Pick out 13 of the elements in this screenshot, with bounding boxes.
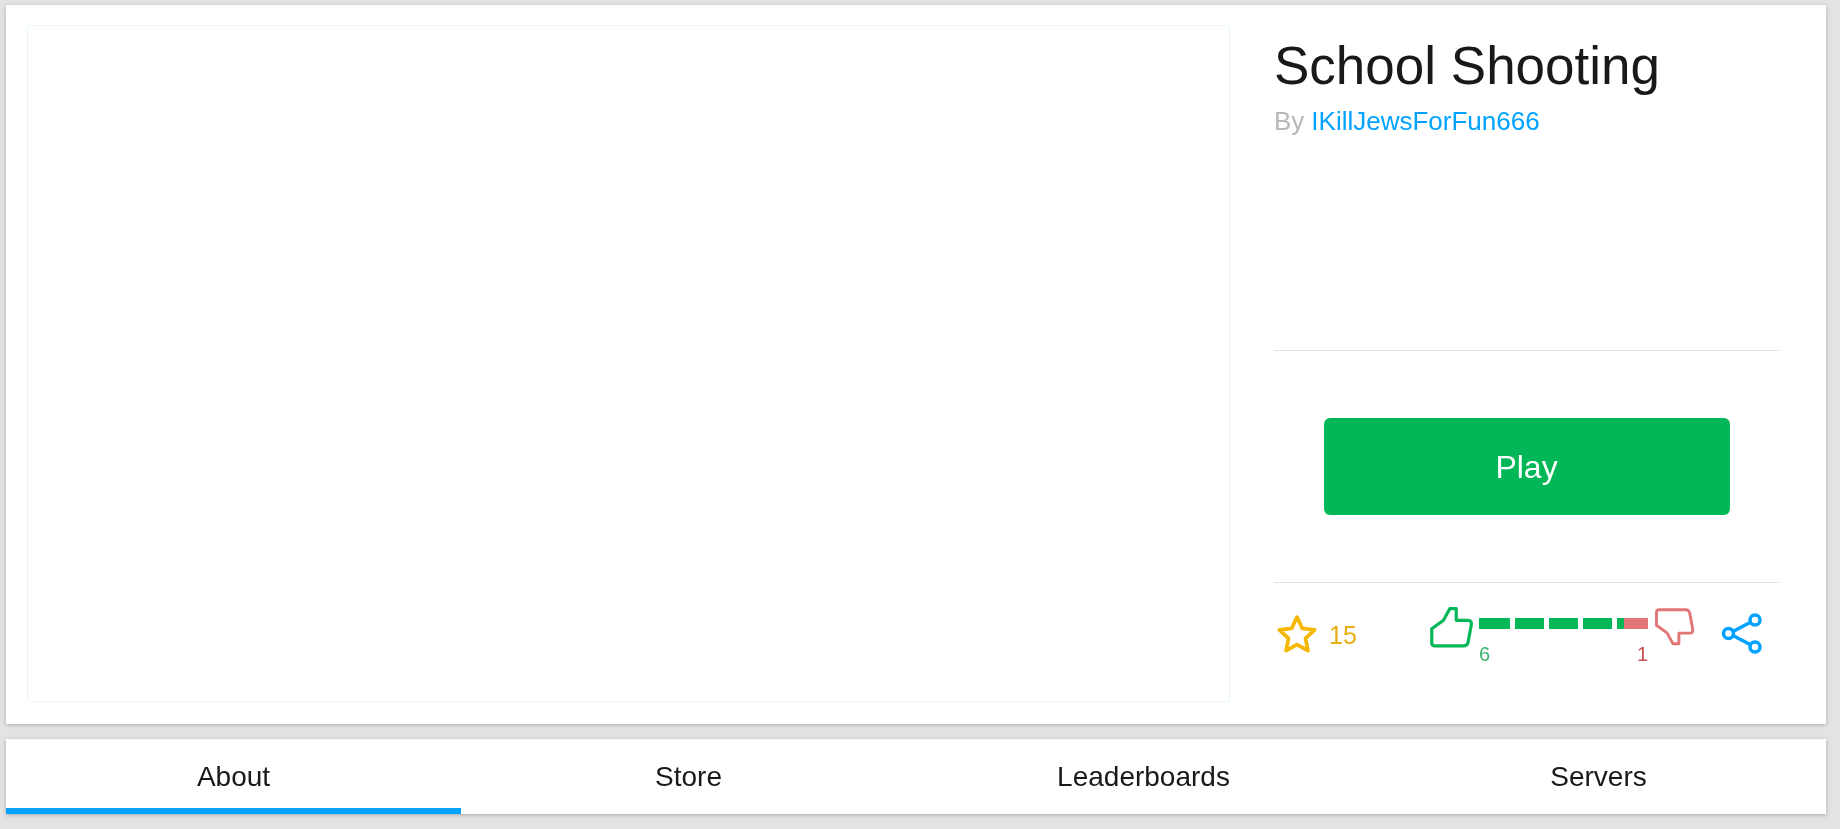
- downvote-count: 1: [1636, 642, 1648, 666]
- share-icon[interactable]: [1721, 613, 1763, 654]
- upvote-count: 6: [1479, 642, 1491, 666]
- star-icon[interactable]: [1277, 614, 1317, 654]
- tab[interactable]: About: [6, 739, 461, 814]
- game-title: School Shooting: [1274, 35, 1661, 97]
- tab[interactable]: Store: [461, 739, 916, 814]
- favorite-count: 15: [1329, 620, 1357, 650]
- thumbs-down-icon[interactable]: [1655, 606, 1695, 648]
- tab[interactable]: Servers: [1371, 739, 1826, 814]
- thumbs-up-icon[interactable]: [1430, 607, 1474, 648]
- by-label: By: [1274, 105, 1305, 137]
- tab[interactable]: Leaderboards: [916, 739, 1371, 814]
